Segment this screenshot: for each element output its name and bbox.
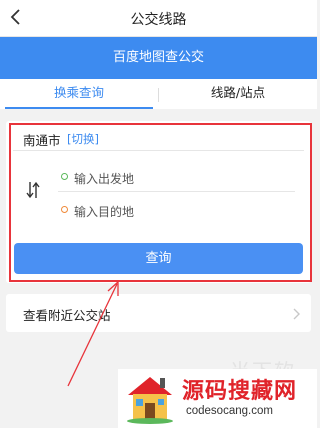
query-button[interactable]: 查询 — [14, 243, 303, 274]
origin-input[interactable]: 输入出发地 — [74, 170, 134, 187]
tab-transfer-query[interactable]: 换乘查询 — [0, 79, 158, 109]
tab-line-station[interactable]: 线路/站点 — [159, 79, 317, 109]
tab-bar: 换乘查询 线路/站点 — [0, 79, 317, 109]
logo-text-en: codesocang.com — [186, 405, 273, 417]
logo-house-icon — [127, 377, 173, 424]
switch-city-link[interactable]: [切换] — [67, 131, 99, 147]
destination-dot-icon — [61, 206, 68, 213]
origin-dot-icon — [61, 173, 68, 180]
logo-text-cn: 源码搜藏网 — [182, 379, 298, 404]
top-bar: 公交线路 — [0, 0, 317, 37]
nearby-stations-label: 查看附近公交站 — [23, 308, 111, 323]
section-gap — [0, 109, 317, 121]
input-divider — [58, 191, 295, 192]
current-city: 南通市 — [23, 133, 61, 148]
destination-input[interactable]: 输入目的地 — [74, 203, 134, 220]
chevron-right-icon — [293, 308, 300, 320]
banner-title: 百度地图查公交 — [0, 37, 317, 79]
page-title: 公交线路 — [130, 12, 187, 28]
swap-direction-icon[interactable] — [26, 179, 40, 201]
divider — [13, 150, 304, 151]
